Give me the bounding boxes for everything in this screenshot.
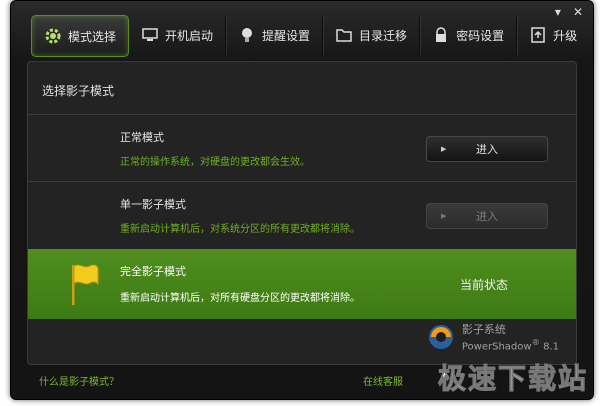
button-label: 进入	[476, 143, 498, 156]
tab-label: 目录迁移	[359, 28, 408, 43]
what-is-shadow-mode-link[interactable]: 什么是影子模式？	[39, 373, 119, 388]
mode-name: 正常模式	[120, 131, 164, 144]
mode-name: 完全影子模式	[120, 265, 186, 278]
mode-desc: 正常的操作系统，对硬盘的更改都会生效。	[120, 157, 310, 168]
brand-product: PowerShadow	[461, 341, 532, 353]
folder-icon	[335, 26, 353, 44]
button-label: 进入	[476, 210, 498, 223]
mode-row-normal: 正常模式 正常的操作系统，对硬盘的更改都会生效。 ▶ 进入	[28, 115, 576, 181]
registered-mark: ®	[531, 337, 540, 347]
shadow-logo-icon	[428, 324, 453, 349]
tab-directory-migration[interactable]: 目录迁移	[323, 15, 421, 55]
brand-logo: 影子系统 PowerShadow® 8.1	[426, 321, 559, 352]
play-icon: ▶	[441, 145, 447, 153]
lightbulb-icon	[238, 26, 256, 44]
upgrade-icon	[529, 26, 547, 44]
mode-row-full-shadow[interactable]: 完全影子模式 重新启动计算机后，对所有硬盘分区的更改都将消除。 当前状态	[28, 249, 576, 319]
app-window: ▾ ✕ 模式选择 开机启动 提醒设置 目录迁移 密码设置 升级 选择影子模式 正…	[10, 0, 594, 400]
panel-title: 选择影子模式	[42, 84, 115, 98]
online-support-link[interactable]: 在线客服	[363, 373, 403, 388]
play-icon: ▶	[441, 212, 447, 220]
enter-single-shadow-button[interactable]: ▶ 进入	[426, 203, 548, 229]
tab-label: 提醒设置	[262, 28, 311, 43]
mode-panel: 选择影子模式 正常模式 正常的操作系统，对硬盘的更改都会生效。 ▶ 进入 单一影…	[27, 61, 577, 365]
enter-normal-button[interactable]: ▶ 进入	[426, 136, 548, 162]
watermark: 极速下载站	[437, 362, 588, 396]
flag-icon	[66, 261, 102, 311]
tab-label: 升级	[553, 28, 578, 43]
tab-password[interactable]: 密码设置	[420, 15, 518, 55]
tab-label: 开机启动	[165, 28, 214, 43]
tab-upgrade[interactable]: 升级	[517, 15, 589, 55]
tab-label: 密码设置	[456, 28, 505, 43]
brand-version: 8.1	[543, 341, 559, 353]
lock-icon	[432, 26, 450, 44]
monitor-icon	[141, 26, 159, 44]
tab-startup[interactable]: 开机启动	[129, 15, 227, 55]
tab-reminder[interactable]: 提醒设置	[226, 15, 324, 55]
mode-desc: 重新启动计算机后，对所有硬盘分区的更改都将消除。	[120, 293, 360, 304]
current-status-label: 当前状态	[460, 278, 509, 292]
gear-icon	[44, 27, 62, 45]
tab-label: 模式选择	[68, 29, 117, 44]
mode-desc: 重新启动计算机后，对系统分区的所有更改都将消除。	[120, 224, 360, 235]
tab-bar: 模式选择 开机启动 提醒设置 目录迁移 密码设置 升级	[31, 15, 589, 57]
tab-mode-select[interactable]: 模式选择	[31, 15, 130, 57]
mode-row-single-shadow: 单一影子模式 重新启动计算机后，对系统分区的所有更改都将消除。 ▶ 进入	[28, 182, 576, 249]
brand-name: 影子系统	[461, 323, 506, 336]
mode-name: 单一影子模式	[120, 198, 186, 211]
